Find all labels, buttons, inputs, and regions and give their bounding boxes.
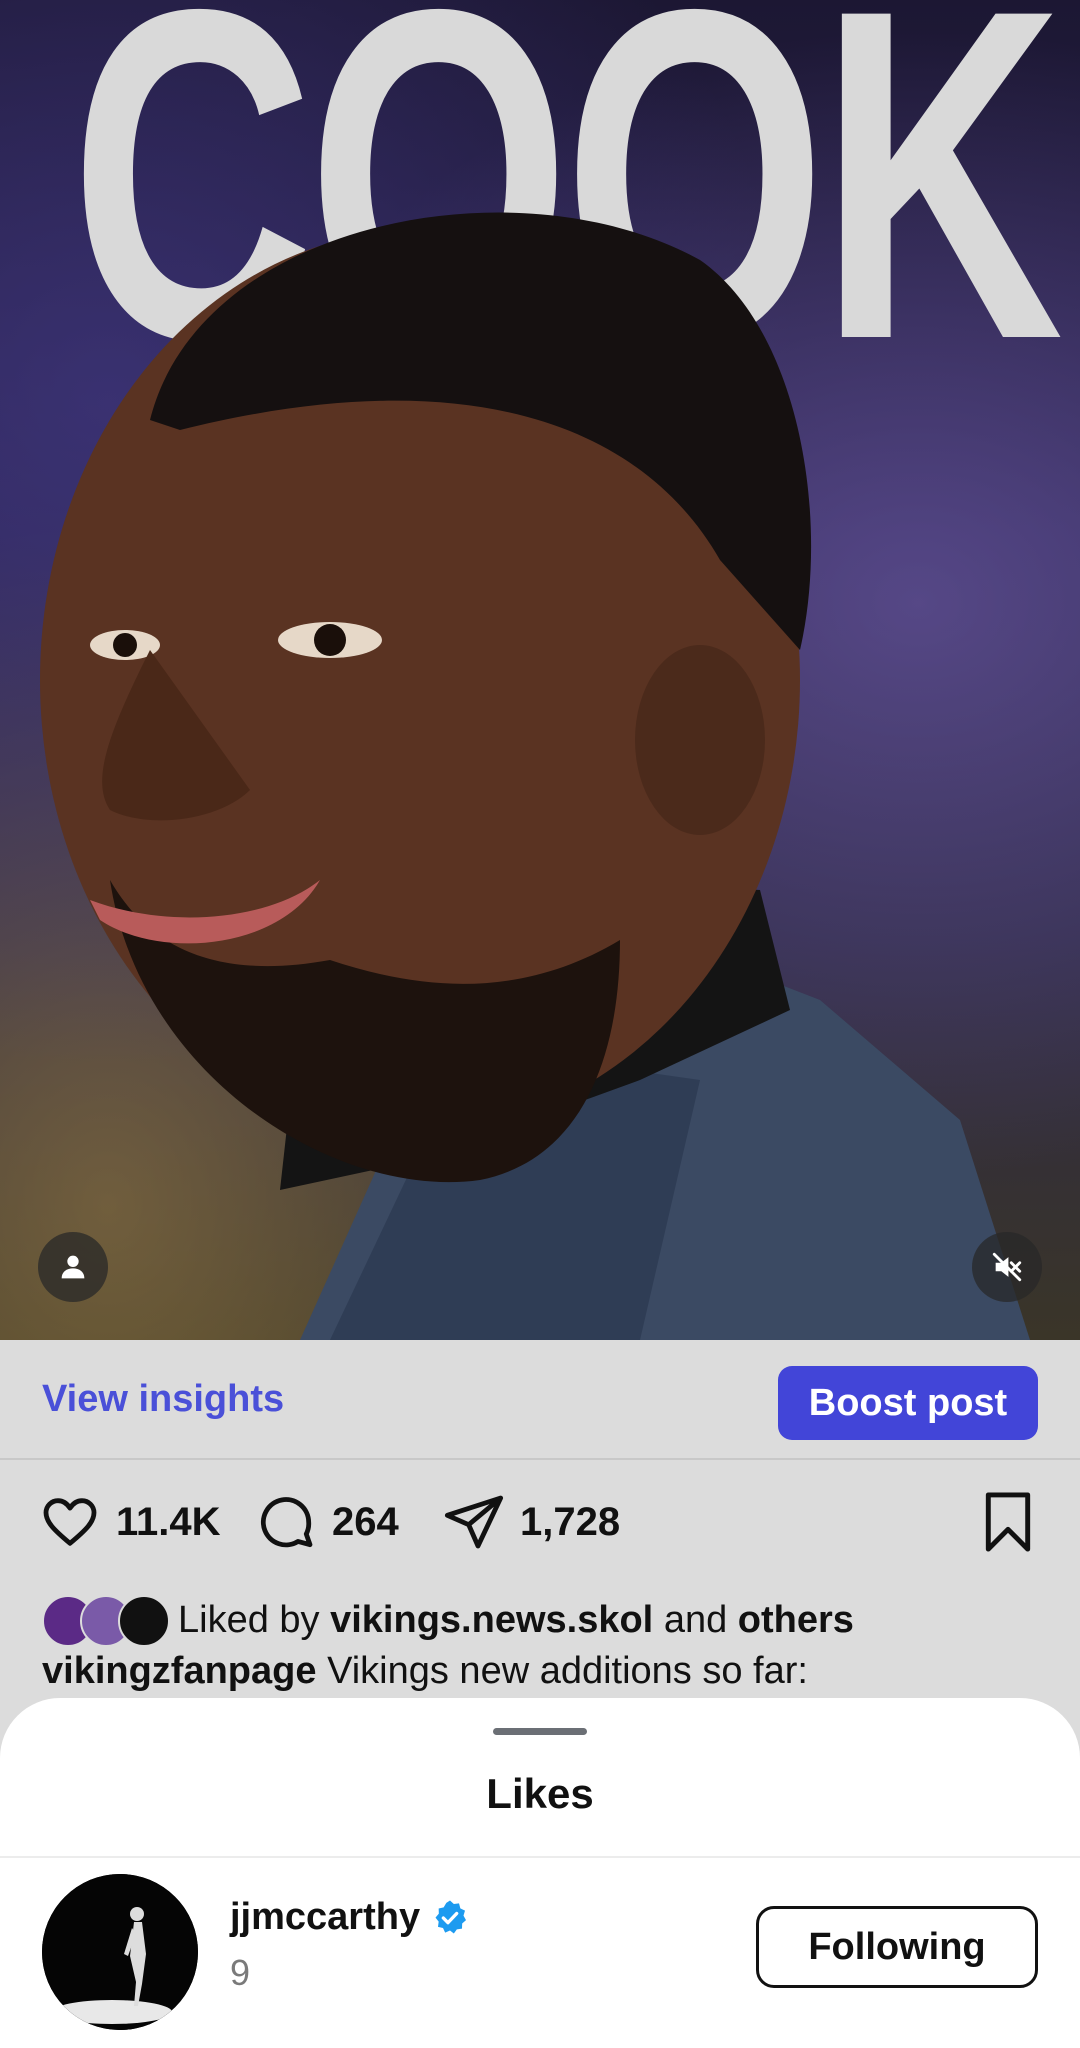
portrait-image [40, 212, 1030, 1340]
engagement-bar: 11.4K 264 1,728 [0, 1490, 1080, 1560]
bookmark-icon[interactable] [978, 1490, 1038, 1554]
comment-count[interactable]: 264 [332, 1500, 399, 1545]
user-subtitle: 9 [230, 1952, 251, 1993]
caption-username[interactable]: vikingzfanpage [42, 1650, 317, 1692]
sheet-drag-handle[interactable] [493, 1728, 587, 1735]
verified-badge-icon [435, 1900, 467, 1933]
likes-sheet: Likes jjmccarthy 9 Following [0, 1698, 1080, 2048]
liked-by-row[interactable]: Liked by vikings.news.skol and others [42, 1592, 854, 1648]
view-insights-link[interactable]: View insights [42, 1378, 284, 1421]
liker-avatars [42, 1595, 170, 1647]
following-button[interactable]: Following [756, 1906, 1038, 1988]
like-action[interactable]: 11.4K [38, 1490, 221, 1554]
comment-action[interactable]: 264 [254, 1490, 399, 1554]
liked-by-user[interactable]: vikings.news.skol [330, 1599, 653, 1642]
user-tag-button[interactable] [38, 1232, 108, 1302]
username-row: jjmccarthy [230, 1896, 470, 1939]
post-caption: vikingzfanpage Vikings new additions so … [42, 1650, 808, 1693]
caption-text: Vikings new additions so far: [327, 1650, 808, 1692]
divider [0, 1856, 1080, 1858]
muted-speaker-icon [992, 1252, 1022, 1282]
avatar-image [42, 1874, 198, 2030]
comment-icon[interactable] [254, 1490, 318, 1554]
share-action[interactable]: 1,728 [442, 1490, 620, 1554]
sheet-title: Likes [486, 1770, 594, 1817]
heart-icon[interactable] [38, 1490, 102, 1554]
share-icon[interactable] [442, 1490, 506, 1554]
user-tag-icon [61, 1255, 85, 1279]
avatar[interactable] [42, 1874, 198, 2030]
like-count[interactable]: 11.4K [116, 1500, 221, 1545]
username[interactable]: jjmccarthy [230, 1896, 420, 1939]
post-media[interactable]: COOK [0, 0, 1080, 1340]
avatar [118, 1595, 170, 1647]
share-count[interactable]: 1,728 [520, 1500, 620, 1545]
liked-by-others[interactable]: others [738, 1599, 854, 1642]
liked-by-middle: and [663, 1598, 728, 1641]
post-owner-actions: View insights Boost post [0, 1340, 1080, 1460]
boost-post-button[interactable]: Boost post [778, 1366, 1038, 1440]
liked-by-prefix: Liked by [178, 1598, 320, 1641]
mute-toggle-button[interactable] [972, 1232, 1042, 1302]
list-item[interactable]: jjmccarthy 9 Following [0, 1874, 1080, 2034]
